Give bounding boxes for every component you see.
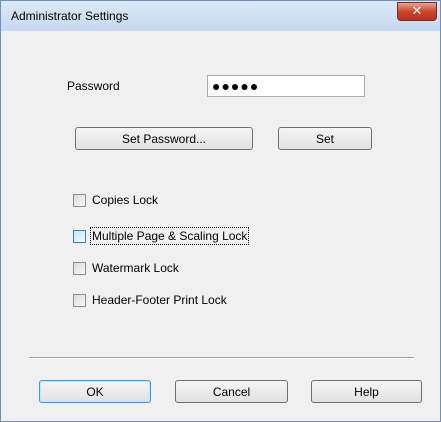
checkbox-copies-lock[interactable]: Copies Lock bbox=[73, 191, 158, 209]
checkbox-watermark-lock[interactable]: Watermark Lock bbox=[73, 259, 179, 277]
checkbox-box[interactable] bbox=[73, 293, 86, 307]
checkbox-multiple-page-scaling-lock[interactable]: Multiple Page & Scaling Lock bbox=[73, 227, 250, 245]
cancel-button[interactable]: Cancel bbox=[175, 380, 288, 403]
checkbox-header-footer-print-lock[interactable]: Header-Footer Print Lock bbox=[73, 291, 227, 309]
close-icon: ✕ bbox=[411, 4, 423, 19]
checkbox-label: Watermark Lock bbox=[92, 261, 179, 275]
password-label: Password bbox=[67, 79, 120, 93]
checkbox-label: Copies Lock bbox=[92, 193, 159, 207]
admin-settings-dialog: Administrator Settings ✕ Password ●●●●● … bbox=[0, 0, 441, 422]
checkbox-label: Header-Footer Print Lock bbox=[92, 293, 227, 307]
password-label-text: Password bbox=[67, 79, 120, 93]
checkbox-box[interactable] bbox=[73, 229, 86, 243]
separator bbox=[29, 357, 414, 359]
dialog-title: Administrator Settings bbox=[11, 9, 129, 23]
checkbox-box[interactable] bbox=[73, 261, 86, 275]
help-button[interactable]: Help bbox=[311, 380, 422, 403]
password-field[interactable]: ●●●●● bbox=[207, 75, 365, 97]
set-password-button[interactable]: Set Password... bbox=[75, 127, 253, 150]
close-button[interactable]: ✕ bbox=[397, 2, 437, 21]
title-bar[interactable]: Administrator Settings ✕ bbox=[1, 1, 440, 31]
set-button[interactable]: Set bbox=[278, 127, 372, 150]
checkbox-box[interactable] bbox=[73, 193, 86, 207]
checkbox-label: Multiple Page & Scaling Lock bbox=[89, 227, 250, 245]
ok-button[interactable]: OK bbox=[39, 380, 151, 403]
